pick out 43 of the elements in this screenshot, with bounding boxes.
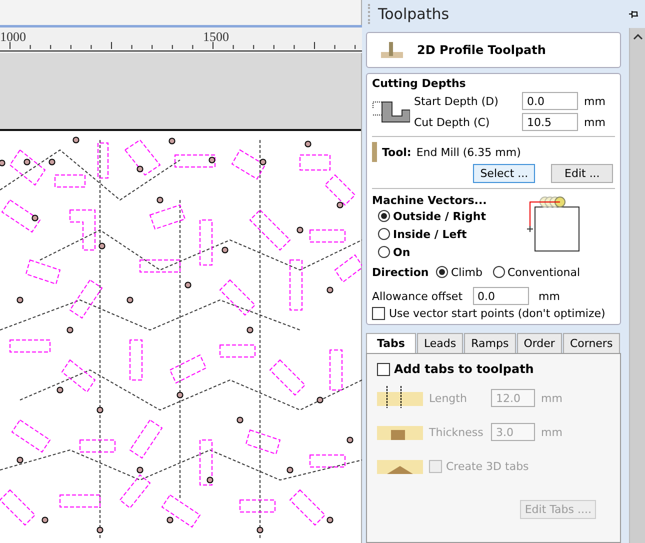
tab[interactable]: Order — [516, 333, 562, 353]
tab[interactable]: Tabs — [366, 333, 416, 353]
cut-depth-diagram-icon — [372, 100, 410, 124]
pin-icon[interactable] — [629, 10, 639, 18]
panel-title: Toolpaths — [378, 5, 450, 23]
section-heading: Machine Vectors... — [372, 194, 487, 207]
toolpath-tool-icon — [381, 42, 403, 58]
direction-label: Direction — [372, 266, 430, 278]
unit-label: mm — [541, 426, 562, 438]
unit-label: mm — [541, 392, 562, 404]
end-mill-icon — [372, 142, 377, 162]
toolpath-title: 2D Profile Toolpath — [417, 43, 546, 57]
field-label: Thickness — [429, 426, 484, 438]
radio-option[interactable]: Conventional — [492, 263, 580, 281]
allowance-input[interactable]: 0.0 — [472, 287, 529, 305]
tool-name: End Mill (6.35 mm) — [416, 146, 521, 158]
tool-label: Tool: — [382, 146, 412, 158]
tab[interactable]: Corners — [562, 333, 620, 353]
radio-option[interactable]: Climb — [436, 263, 482, 281]
scroll-up-icon[interactable] — [632, 34, 643, 40]
depth-input[interactable]: 0.0 — [522, 92, 578, 110]
tool-button[interactable]: Select ... — [473, 164, 536, 183]
field-label: Length — [429, 392, 468, 404]
checkbox-option[interactable]: Add tabs to toolpath — [377, 362, 610, 376]
unit-label: mm — [538, 290, 560, 302]
radio-option[interactable]: Inside / Left — [372, 225, 487, 243]
field-label: Start Depth (D) — [414, 94, 500, 108]
drag-grip-icon[interactable] — [368, 4, 372, 24]
tab-length-icon — [377, 386, 423, 410]
tool-button[interactable]: Edit ... — [551, 164, 614, 183]
unit-label: mm — [584, 94, 606, 108]
radio-option[interactable]: On — [372, 243, 487, 261]
radio-option[interactable]: Outside / Right — [372, 207, 487, 225]
field-label: Allowance offset — [372, 290, 463, 302]
unit-label: mm — [584, 116, 606, 128]
section-heading: Cutting Depths — [372, 77, 467, 90]
tab[interactable]: Ramps — [464, 333, 516, 353]
depth-input[interactable]: 10.5 — [522, 113, 578, 131]
field-label: Cut Depth (C) — [414, 116, 491, 128]
scrollbar[interactable] — [629, 28, 645, 543]
horizontal-ruler: 1000 1500 — [0, 25, 362, 53]
tab[interactable]: Leads — [416, 333, 464, 353]
checkbox-option[interactable]: Use vector start points (don't optimize) — [372, 307, 616, 320]
